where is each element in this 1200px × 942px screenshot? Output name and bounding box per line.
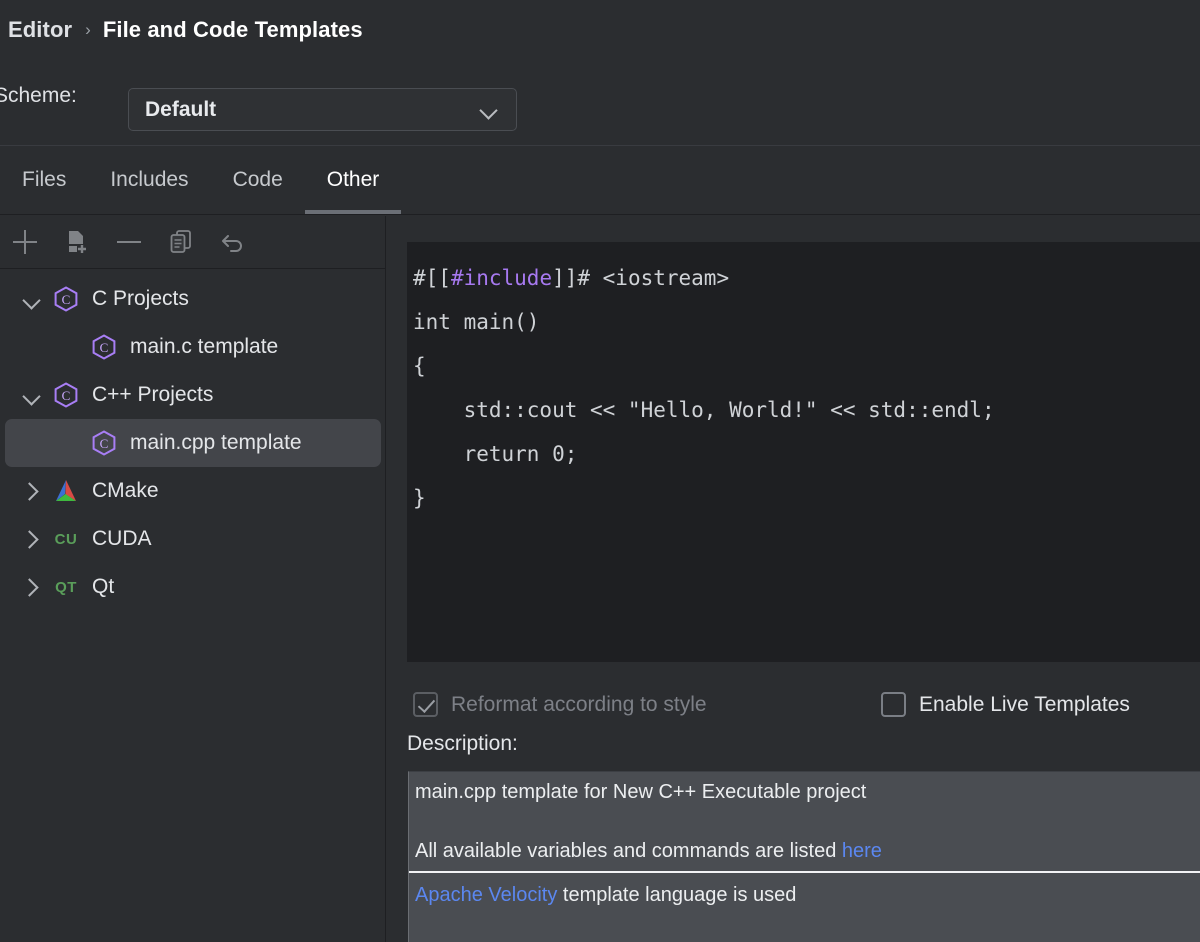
- tree-item-cmake[interactable]: CMake: [5, 467, 381, 515]
- chevron-down-icon[interactable]: [19, 382, 45, 408]
- svg-text:C: C: [100, 436, 109, 451]
- code-line: std::cout << "Hello, World!" << std::end…: [410, 388, 1200, 432]
- template-list-panel: C C Projects C main.c template C: [0, 216, 386, 942]
- description-separator: [409, 871, 1200, 873]
- tree-item-label: C++ Projects: [92, 383, 213, 407]
- chevron-right-icon[interactable]: [19, 574, 45, 600]
- tree-item-main-cpp-template[interactable]: C main.cpp template: [5, 419, 381, 467]
- checkbox-icon[interactable]: [413, 692, 438, 717]
- cmake-icon: [51, 476, 81, 506]
- scheme-label: Scheme:: [0, 84, 77, 108]
- code-text: #[[: [413, 266, 451, 290]
- svg-text:C: C: [62, 388, 71, 403]
- checkbox-icon[interactable]: [881, 692, 906, 717]
- breadcrumb: Editor › File and Code Templates: [0, 0, 1200, 60]
- tab-bar: Files Includes Code Other: [0, 145, 1200, 215]
- description-line-1: main.cpp template for New C++ Executable…: [409, 781, 1200, 804]
- tree-item-label: C Projects: [92, 287, 189, 311]
- description-line-2: All available variables and commands are…: [409, 840, 1200, 863]
- template-tree[interactable]: C C Projects C main.c template C: [0, 269, 386, 942]
- reformat-checkbox-label: Reformat according to style: [451, 693, 707, 717]
- scheme-selected-value: Default: [145, 98, 480, 122]
- tree-item-c-projects[interactable]: C C Projects: [5, 275, 381, 323]
- live-templates-checkbox-item[interactable]: Enable Live Templates: [881, 692, 1130, 717]
- apache-velocity-link[interactable]: Apache Velocity: [415, 884, 557, 906]
- code-line: int main(): [410, 300, 1200, 344]
- scheme-row: Scheme: Default: [0, 60, 1200, 145]
- tree-item-label: CUDA: [92, 527, 152, 551]
- tree-item-cpp-projects[interactable]: C C++ Projects: [5, 371, 381, 419]
- create-template-button[interactable]: [64, 229, 90, 255]
- chevron-right-icon[interactable]: [19, 478, 45, 504]
- svg-text:C: C: [100, 340, 109, 355]
- code-line: return 0;: [410, 432, 1200, 476]
- scheme-dropdown[interactable]: Default: [128, 88, 517, 131]
- c-file-icon: C: [51, 284, 81, 314]
- tree-item-label: main.c template: [130, 335, 278, 359]
- code-line: #[[#include]]# <iostream>: [410, 256, 1200, 300]
- description-text: All available variables and commands are…: [415, 840, 842, 862]
- description-label: Description:: [407, 732, 518, 756]
- c-file-icon: C: [51, 380, 81, 410]
- breadcrumb-separator-icon: ›: [85, 20, 91, 40]
- here-link[interactable]: here: [842, 840, 882, 862]
- chevron-down-icon: [480, 101, 498, 119]
- tree-item-qt[interactable]: QT Qt: [5, 563, 381, 611]
- tab-code[interactable]: Code: [211, 146, 305, 214]
- code-text: ]]# <iostream>: [552, 266, 729, 290]
- tab-other[interactable]: Other: [305, 146, 402, 214]
- copy-icon: [168, 229, 194, 255]
- live-templates-checkbox-label: Enable Live Templates: [919, 693, 1130, 717]
- c-file-icon: C: [89, 428, 119, 458]
- cuda-icon: CU: [51, 524, 81, 554]
- chevron-right-icon[interactable]: [19, 526, 45, 552]
- copy-button[interactable]: [168, 229, 194, 255]
- template-detail-panel: #[[#include]]# <iostream> int main() { s…: [387, 216, 1200, 942]
- page-title: File and Code Templates: [103, 17, 363, 43]
- template-code-editor[interactable]: #[[#include]]# <iostream> int main() { s…: [407, 242, 1200, 662]
- tree-item-cuda[interactable]: CU CUDA: [5, 515, 381, 563]
- reset-button[interactable]: [220, 229, 246, 255]
- breadcrumb-root[interactable]: Editor: [8, 17, 72, 43]
- tree-spacer: [57, 430, 83, 456]
- description-line-3: Apache Velocity template language is use…: [409, 884, 1200, 907]
- template-options-row: Reformat according to style Enable Live …: [387, 678, 1200, 740]
- tab-includes[interactable]: Includes: [88, 146, 210, 214]
- c-file-icon: C: [89, 332, 119, 362]
- tree-item-label: main.cpp template: [130, 431, 302, 455]
- undo-icon: [220, 229, 246, 255]
- code-line: }: [410, 476, 1200, 520]
- tab-files[interactable]: Files: [0, 146, 88, 214]
- tree-toolbar: [0, 216, 386, 269]
- tree-item-label: Qt: [92, 575, 114, 599]
- tree-spacer: [57, 334, 83, 360]
- svg-text:C: C: [62, 292, 71, 307]
- qt-icon: QT: [51, 572, 81, 602]
- code-directive-token: #include: [451, 266, 552, 290]
- tree-item-main-c-template[interactable]: C main.c template: [5, 323, 381, 371]
- description-text: template language is used: [557, 884, 796, 906]
- chevron-down-icon[interactable]: [19, 286, 45, 312]
- add-button[interactable]: [12, 229, 38, 255]
- remove-button[interactable]: [116, 229, 142, 255]
- code-line: {: [410, 344, 1200, 388]
- description-box[interactable]: main.cpp template for New C++ Executable…: [408, 771, 1200, 942]
- add-file-icon: [64, 229, 90, 255]
- reformat-checkbox-item[interactable]: Reformat according to style: [413, 692, 707, 717]
- tree-item-label: CMake: [92, 479, 159, 503]
